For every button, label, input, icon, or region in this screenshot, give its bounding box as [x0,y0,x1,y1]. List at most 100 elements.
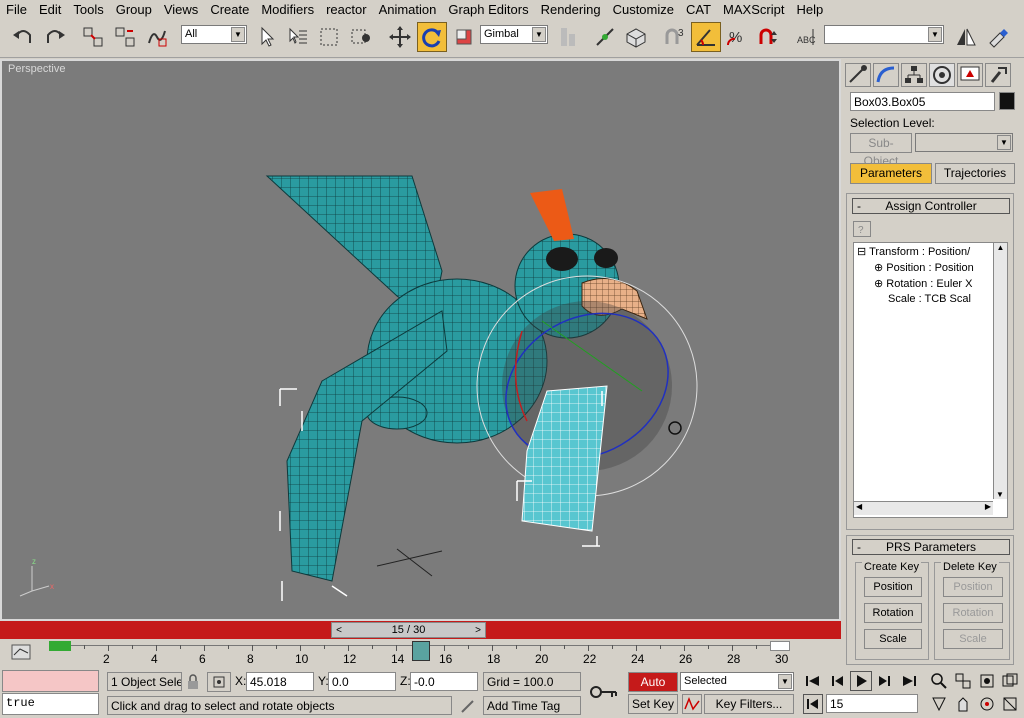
maximize-viewport-icon[interactable] [1001,695,1019,713]
snap-toggle-icon[interactable]: 3 [659,22,689,52]
key-mode-toggle-icon[interactable] [803,694,823,714]
bind-space-warp-icon[interactable] [142,22,172,52]
tree-item-position[interactable]: ⊕ Position : Position [874,261,974,274]
track-bar[interactable]: 2 4 6 8 10 12 14 16 18 20 22 24 26 28 30 [0,639,800,669]
tree-item-rotation[interactable]: ⊕ Rotation : Euler X [874,277,973,290]
prs-parameters-header[interactable]: - PRS Parameters [852,539,1010,555]
trajectories-tab[interactable]: Trajectories [935,163,1015,184]
z-coordinate-field[interactable]: -0.0 [410,672,478,691]
previous-frame-icon[interactable] [828,672,848,690]
script-listener-input[interactable]: true [2,693,99,715]
go-to-end-icon[interactable] [899,672,919,690]
sub-object-button[interactable]: Sub-Object [850,133,912,168]
create-tab-icon[interactable] [845,63,871,87]
menu-reactor[interactable]: reactor [320,0,372,19]
keyframe-marker[interactable] [49,641,71,651]
menu-views[interactable]: Views [158,0,204,19]
menu-create[interactable]: Create [204,0,255,19]
reference-coord-system-dropdown[interactable]: Gimbal ▼ [480,25,548,44]
scroll-left-icon[interactable]: ◀ [856,502,862,511]
time-slider-next-icon[interactable]: > [471,625,485,636]
menu-modifiers[interactable]: Modifiers [255,0,320,19]
menu-cat[interactable]: CAT [680,0,717,19]
current-frame-marker[interactable] [412,641,430,661]
angle-snap-icon[interactable] [691,22,721,52]
link-icon[interactable] [78,22,108,52]
display-tab-icon[interactable] [957,63,983,87]
sub-object-dropdown[interactable]: ▼ [915,133,1013,152]
menu-file[interactable]: File [0,0,33,19]
select-by-name-icon[interactable] [283,22,313,52]
scroll-up-icon[interactable]: ▲ [994,243,1007,252]
menu-animation[interactable]: Animation [373,0,443,19]
play-icon[interactable] [850,671,872,691]
go-to-start-icon[interactable] [803,672,823,690]
set-key-button[interactable]: Set Key [628,694,678,714]
menu-graph-editors[interactable]: Graph Editors [442,0,534,19]
tree-vertical-scrollbar[interactable]: ▲ ▼ [993,243,1007,499]
auto-key-button[interactable]: Auto Key [628,672,678,707]
rectangular-selection-icon[interactable] [314,22,344,52]
edit-named-selections-icon[interactable]: ABC [792,22,822,52]
key-curve-icon[interactable] [682,694,702,714]
set-key-mode-icon[interactable] [588,679,620,705]
lock-selection-icon[interactable] [186,674,200,690]
menu-group[interactable]: Group [110,0,158,19]
arc-rotate-icon[interactable] [978,695,996,713]
assign-controller-icon[interactable]: ? [853,221,871,237]
scroll-right-icon[interactable]: ▶ [985,502,991,511]
zoom-icon[interactable] [930,672,948,690]
menu-customize[interactable]: Customize [607,0,680,19]
menu-help[interactable]: Help [790,0,829,19]
time-slider-prev-icon[interactable]: < [332,625,346,636]
zoom-all-icon[interactable] [954,672,972,690]
object-name-field[interactable]: Box03.Box05 [850,92,995,111]
x-coordinate-field[interactable]: 45.018 [246,672,314,691]
current-frame-field[interactable]: 15 [826,694,918,713]
end-key-marker[interactable] [770,641,790,651]
keyboard-shortcut-icon[interactable] [621,22,651,52]
spinner-snap-icon[interactable] [753,22,783,52]
delete-scale-key-button[interactable]: Scale [943,629,1003,649]
create-rotation-key-button[interactable]: Rotation [864,603,922,623]
menu-rendering[interactable]: Rendering [535,0,607,19]
add-time-tag-button[interactable]: Add Time Tag [483,696,581,715]
select-rotate-icon[interactable] [417,22,447,52]
assign-controller-header[interactable]: - Assign Controller [852,198,1010,214]
absolute-mode-icon[interactable] [207,672,231,692]
create-scale-key-button[interactable]: Scale [864,629,922,649]
tree-item-transform[interactable]: ⊟ Transform : Position/ [857,245,970,258]
pivot-center-icon[interactable] [553,22,583,52]
select-scale-icon[interactable] [449,22,479,52]
delete-rotation-key-button[interactable]: Rotation [943,603,1003,623]
undo-icon[interactable] [8,22,38,52]
select-manipulate-icon[interactable] [590,22,620,52]
named-selection-sets-dropdown[interactable]: ▼ [824,25,944,44]
pan-icon[interactable] [954,695,972,713]
modify-tab-icon[interactable] [873,63,899,87]
scroll-down-icon[interactable]: ▼ [994,490,1006,499]
redo-icon[interactable] [40,22,70,52]
select-move-icon[interactable] [385,22,415,52]
key-filters-button[interactable]: Key Filters... [704,694,794,714]
delete-position-key-button[interactable]: Position [943,577,1003,597]
tree-horizontal-scrollbar[interactable]: ◀ ▶ [854,501,993,515]
key-mode-dropdown[interactable]: Selected ▼ [680,672,794,691]
window-crossing-icon[interactable] [346,22,376,52]
tree-item-scale[interactable]: Scale : TCB Scal [888,293,971,305]
align-icon[interactable] [983,22,1013,52]
selection-filter-dropdown[interactable]: All ▼ [181,25,247,44]
next-frame-icon[interactable] [874,672,894,690]
script-listener-pink[interactable] [2,670,99,692]
perspective-viewport[interactable]: Perspective z x [0,59,841,621]
menu-edit[interactable]: Edit [33,0,67,19]
hierarchy-tab-icon[interactable] [901,63,927,87]
y-coordinate-field[interactable]: 0.0 [328,672,396,691]
percent-snap-icon[interactable]: % [722,22,752,52]
zoom-extents-all-icon[interactable] [1001,672,1019,690]
utilities-tab-icon[interactable] [985,63,1011,87]
time-slider[interactable]: < 15 / 30 > [331,622,486,638]
zoom-extents-icon[interactable] [978,672,996,690]
unlink-icon[interactable] [110,22,140,52]
object-color-swatch[interactable] [999,92,1015,110]
